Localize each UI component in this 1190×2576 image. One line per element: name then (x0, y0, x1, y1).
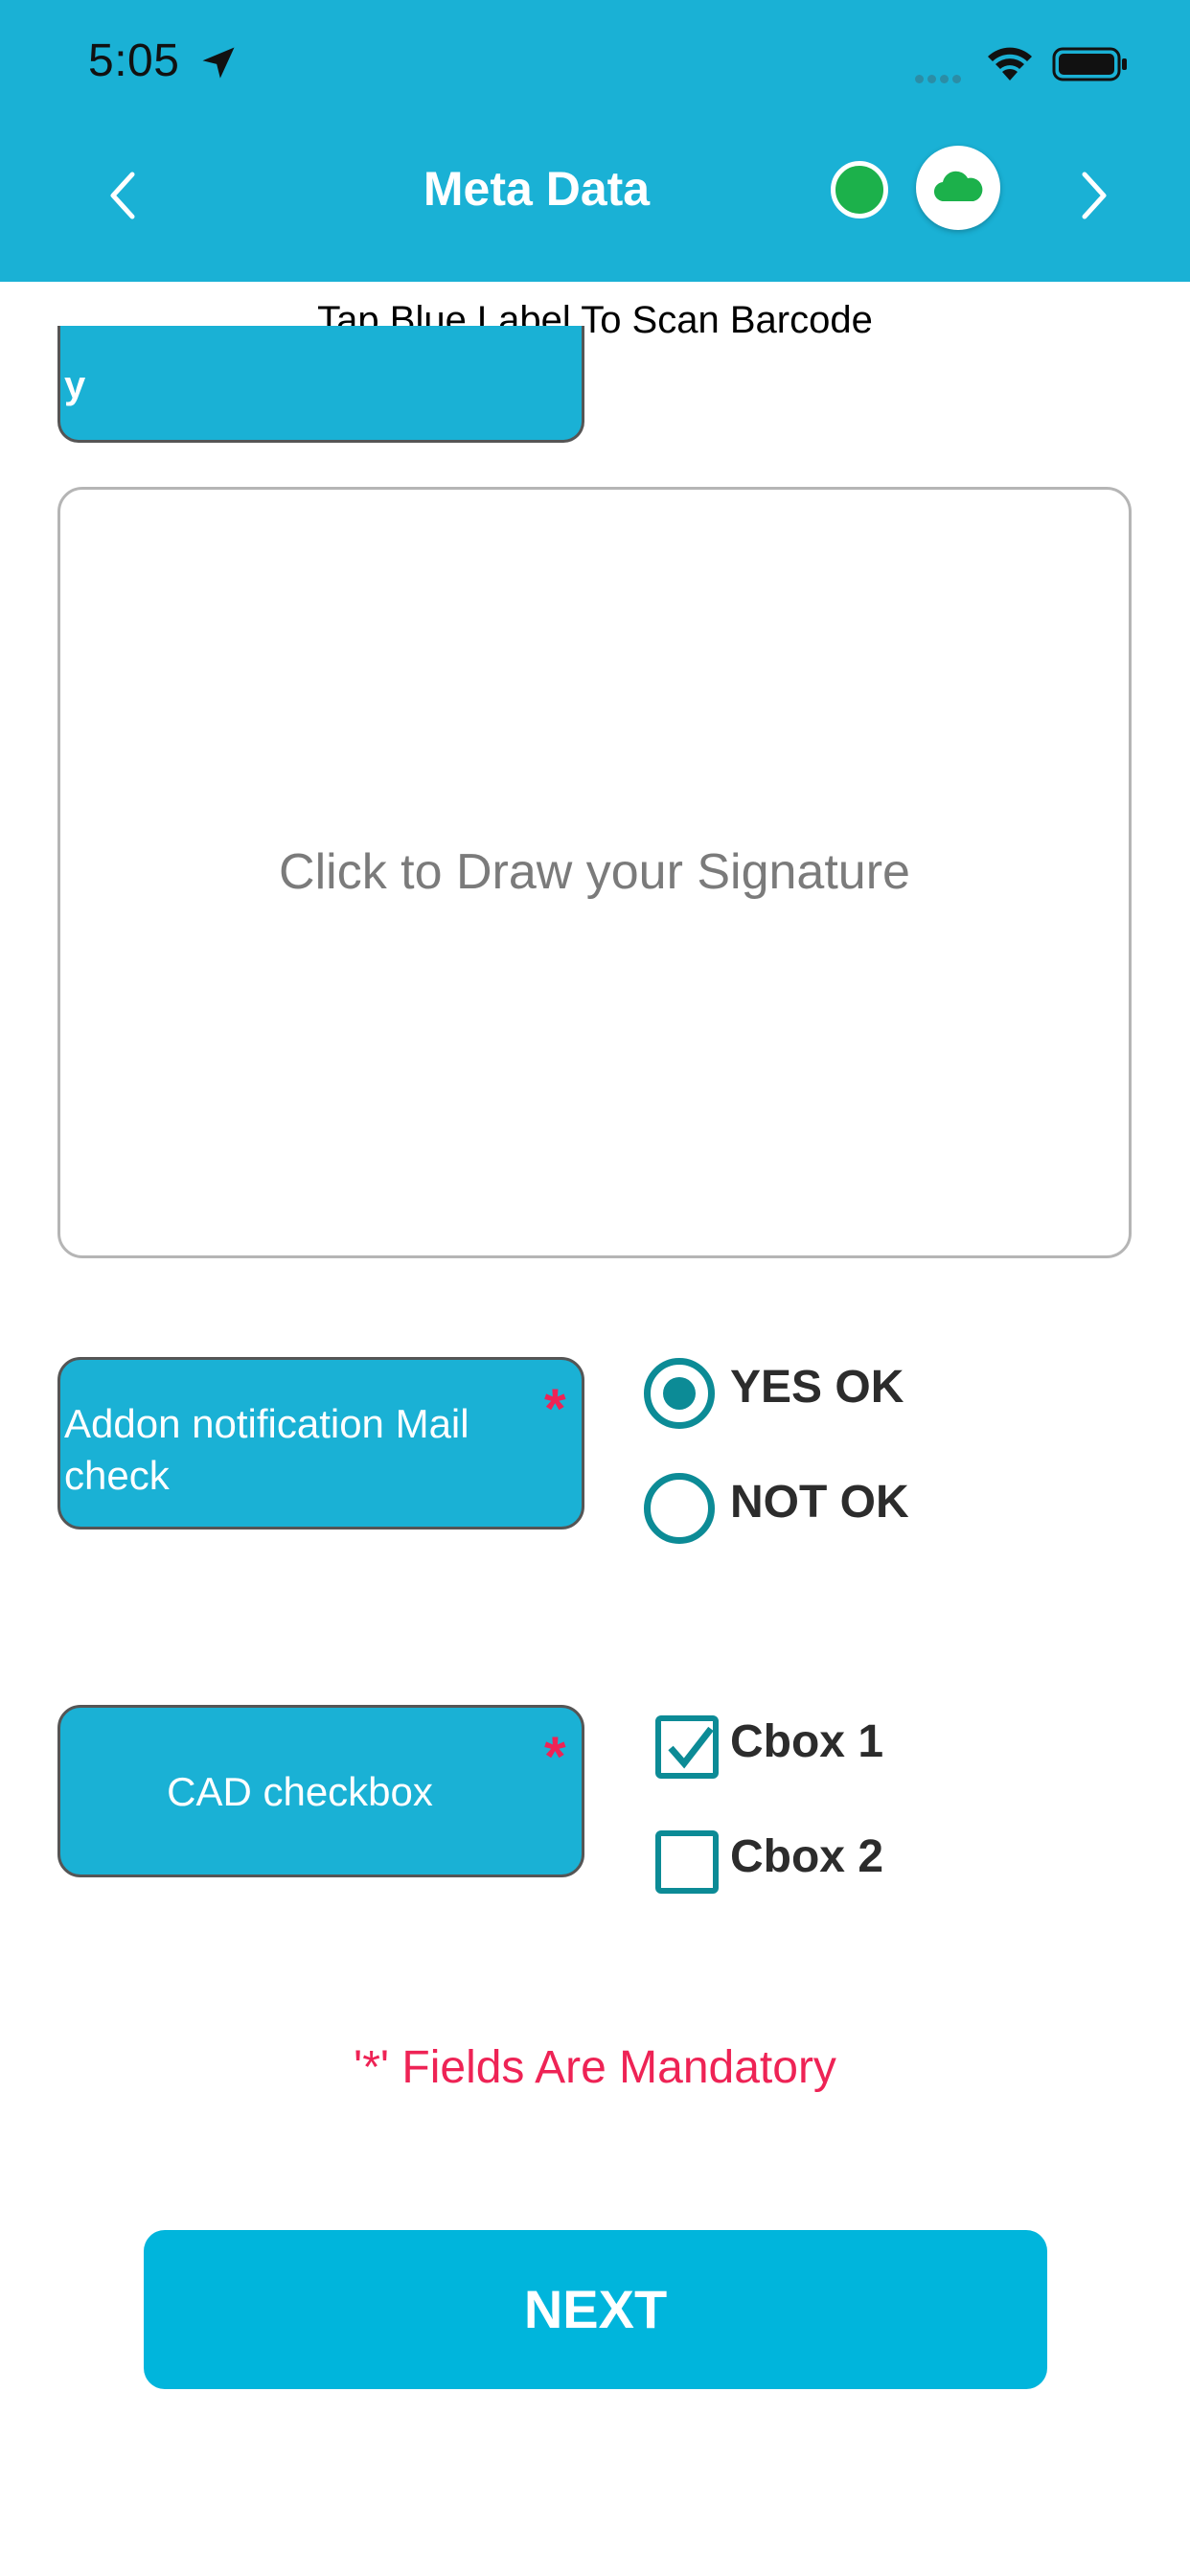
cloud-icon (933, 171, 983, 202)
field-label-cad-checkbox[interactable]: CAD checkbox * (57, 1705, 584, 1877)
field-label-mail-check[interactable]: Addon notification Mail check * (57, 1357, 584, 1530)
mandatory-note: '*' Fields Are Mandatory (354, 2042, 836, 2093)
field-label-text: CAD checkbox (167, 1769, 433, 1814)
required-asterisk: * (544, 1726, 566, 1788)
cloud-sync-button[interactable] (916, 146, 1000, 230)
chevron-right-icon[interactable] (1075, 169, 1113, 222)
checkbox-label-cbox-1: Cbox 1 (730, 1716, 884, 1767)
checkbox-cbox-2[interactable] (655, 1830, 719, 1894)
checkbox-cbox-1[interactable] (655, 1715, 719, 1779)
field-label-text: y (64, 364, 86, 406)
field-label-scan[interactable]: y (57, 326, 584, 443)
signature-placeholder: Click to Draw your Signature (279, 844, 910, 900)
wifi-icon (988, 47, 1032, 80)
checkmark-icon (668, 1726, 714, 1769)
battery-icon (1052, 47, 1127, 81)
page-title: Meta Data (423, 162, 651, 216)
checkbox-label-cbox-2: Cbox 2 (730, 1831, 884, 1882)
radio-yes-ok[interactable] (644, 1358, 715, 1429)
connection-status-dot (831, 161, 888, 218)
radio-not-ok[interactable] (644, 1473, 715, 1544)
next-button[interactable]: NEXT (144, 2230, 1047, 2389)
required-asterisk: * (544, 1378, 566, 1440)
field-label-text: Addon notification Mail check (64, 1401, 469, 1498)
status-time: 5:05 (88, 35, 180, 86)
radio-label-not-ok: NOT OK (730, 1477, 909, 1528)
radio-label-yes-ok: YES OK (730, 1362, 904, 1413)
location-arrow-icon (202, 47, 235, 79)
cellular-signal-icon (915, 71, 965, 88)
